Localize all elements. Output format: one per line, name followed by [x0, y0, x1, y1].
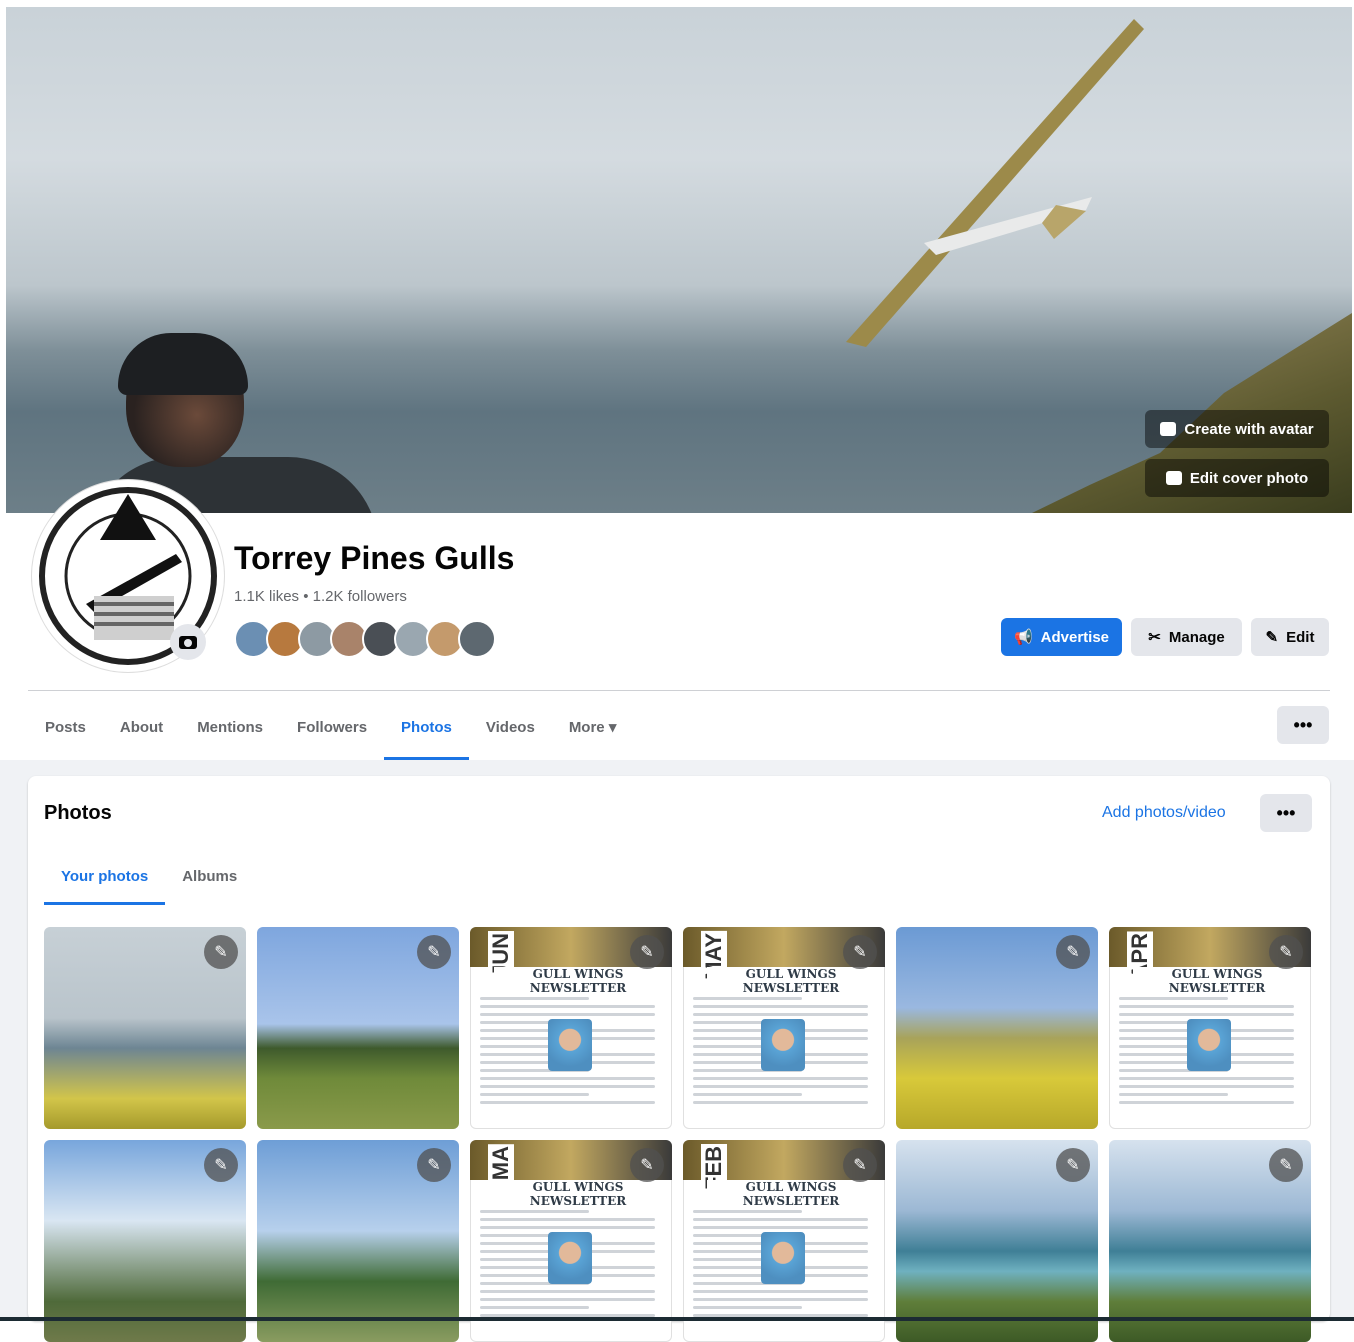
- tab-followers[interactable]: Followers: [280, 700, 384, 760]
- photo-tile[interactable]: MA GULL WINGS NEWSLETTER ✎: [470, 1140, 672, 1342]
- newsletter-portrait: [548, 1019, 592, 1071]
- pencil-icon: ✎: [1279, 1157, 1293, 1174]
- edit-photo-button[interactable]: ✎: [1269, 1148, 1303, 1182]
- photo-tile[interactable]: ✎: [44, 927, 246, 1129]
- newsletter-title: GULL WINGS NEWSLETTER: [1133, 967, 1301, 995]
- more-dots-icon: •••: [1293, 714, 1313, 735]
- newsletter-title: GULL WINGS NEWSLETTER: [707, 1180, 875, 1208]
- newsletter-title: GULL WINGS NEWSLETTER: [494, 967, 662, 995]
- edit-photo-button[interactable]: ✎: [417, 935, 451, 969]
- tab-videos[interactable]: Videos: [469, 700, 552, 760]
- pencil-icon: ✎: [1066, 944, 1080, 961]
- page-title: Torrey Pines Gulls: [234, 540, 515, 576]
- follower-avatars[interactable]: [234, 620, 496, 658]
- pencil-icon: ✎: [427, 1157, 441, 1174]
- camera-icon: [179, 635, 197, 649]
- newsletter-portrait: [548, 1232, 592, 1284]
- photo-tile[interactable]: APR GULL WINGS NEWSLETTER ✎: [1109, 927, 1311, 1129]
- photo-tile[interactable]: ✎: [44, 1140, 246, 1342]
- edit-photo-button[interactable]: ✎: [1056, 935, 1090, 969]
- edit-photo-button[interactable]: ✎: [417, 1148, 451, 1182]
- advertise-button[interactable]: 📢 Advertise: [1001, 618, 1122, 656]
- photo-tile[interactable]: ✎: [257, 1140, 459, 1342]
- newsletter-portrait: [761, 1232, 805, 1284]
- page-tabs: Posts About Mentions Followers Photos Vi…: [28, 700, 633, 760]
- edit-photo-button[interactable]: ✎: [1269, 935, 1303, 969]
- tab-about[interactable]: About: [103, 700, 180, 760]
- edit-photo-button[interactable]: ✎: [1056, 1148, 1090, 1182]
- edit-photo-button[interactable]: ✎: [630, 1148, 664, 1182]
- photo-tile[interactable]: ✎: [896, 1140, 1098, 1342]
- pencil-icon: ✎: [640, 1157, 654, 1174]
- tab-more[interactable]: More ▾: [552, 700, 634, 760]
- pencil-icon: ✎: [853, 1157, 867, 1174]
- pencil-icon: ✎: [640, 944, 654, 961]
- photos-subtabs: Your photos Albums: [44, 852, 254, 905]
- photo-tile[interactable]: ✎: [896, 927, 1098, 1129]
- pencil-icon: ✎: [1279, 944, 1293, 961]
- pencil-icon: ✎: [214, 944, 228, 961]
- pencil-icon: ✎: [853, 944, 867, 961]
- edit-photo-button[interactable]: ✎: [843, 1148, 877, 1182]
- newsletter-portrait: [1187, 1019, 1231, 1071]
- newsletter-title: GULL WINGS NEWSLETTER: [494, 1180, 662, 1208]
- megaphone-icon: 📢: [1013, 629, 1033, 646]
- edit-cover-photo-button[interactable]: Edit cover photo: [1145, 459, 1329, 497]
- pencil-icon: ✎: [1066, 1157, 1080, 1174]
- camera-icon: [1165, 471, 1182, 485]
- tab-photos[interactable]: Photos: [384, 700, 469, 760]
- manage-button[interactable]: ✂ Manage: [1131, 618, 1242, 656]
- newsletter-title: GULL WINGS NEWSLETTER: [707, 967, 875, 995]
- photo-tile[interactable]: JUN GULL WINGS NEWSLETTER ✎: [470, 927, 672, 1129]
- newsletter-month: MA: [488, 1144, 514, 1183]
- edit-photo-button[interactable]: ✎: [204, 935, 238, 969]
- pencil-icon: ✎: [427, 944, 441, 961]
- more-dots-icon: •••: [1276, 802, 1296, 823]
- edit-photo-button[interactable]: ✎: [204, 1148, 238, 1182]
- photo-tile[interactable]: FEB GULL WINGS NEWSLETTER ✎: [683, 1140, 885, 1342]
- create-with-avatar-button[interactable]: Create with avatar: [1145, 410, 1329, 448]
- bottom-bar: [0, 1317, 1354, 1321]
- add-photos-video-link[interactable]: Add photos/video: [1102, 804, 1226, 822]
- edit-photo-button[interactable]: ✎: [630, 935, 664, 969]
- update-profile-picture-button[interactable]: [170, 624, 206, 660]
- page-stats[interactable]: 1.1K likes • 1.2K followers: [234, 588, 407, 605]
- photo-tile[interactable]: MAY GULL WINGS NEWSLETTER ✎: [683, 927, 885, 1129]
- avatar-icon: [1160, 422, 1177, 436]
- edit-photo-button[interactable]: ✎: [843, 935, 877, 969]
- tab-posts[interactable]: Posts: [28, 700, 103, 760]
- photo-grid: ✎ ✎ JUN GULL WINGS NEWSLETTER ✎ MAY GULL WINGS…: [44, 927, 1311, 1342]
- pencil-icon: ✎: [1265, 629, 1279, 646]
- pencil-icon: ✎: [214, 1157, 228, 1174]
- tabs-overflow-button[interactable]: •••: [1277, 706, 1329, 744]
- newsletter-portrait: [761, 1019, 805, 1071]
- photos-options-button[interactable]: •••: [1260, 794, 1312, 832]
- tools-icon: ✂: [1148, 629, 1161, 646]
- tab-your-photos[interactable]: Your photos: [44, 852, 166, 905]
- divider: [28, 690, 1330, 691]
- avatar[interactable]: [458, 620, 496, 658]
- edit-page-button[interactable]: ✎ Edit: [1251, 618, 1329, 656]
- photo-tile[interactable]: ✎: [257, 927, 459, 1129]
- photos-section-title: Photos: [44, 802, 112, 824]
- photo-tile[interactable]: ✎: [1109, 1140, 1311, 1342]
- tab-albums[interactable]: Albums: [165, 852, 254, 905]
- tab-mentions[interactable]: Mentions: [180, 700, 280, 760]
